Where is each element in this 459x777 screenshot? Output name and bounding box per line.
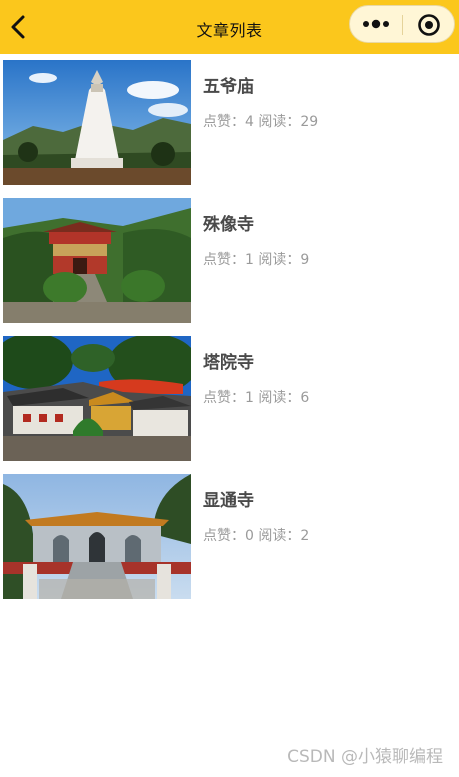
like-count: 4: [245, 114, 254, 130]
navigation-bar: 文章列表: [0, 0, 459, 54]
article-stats: 点赞：1 阅读：6: [203, 390, 310, 406]
more-dots-icon[interactable]: [362, 13, 392, 35]
article-title: 殊像寺: [203, 215, 254, 235]
article-item-shuxiangsi[interactable]: 殊像寺 点赞：1 阅读：9: [3, 192, 453, 323]
article-title: 塔院寺: [203, 353, 254, 373]
watermark: CSDN @小猿聊编程: [287, 747, 443, 767]
article-stats: 点赞：4 阅读：29: [203, 114, 319, 130]
read-count: 29: [300, 114, 319, 130]
article-stats: 点赞：1 阅读：9: [203, 252, 310, 268]
stone-hall-temple-photo: [3, 474, 191, 599]
target-close-icon[interactable]: [417, 13, 441, 37]
article-item-wuyemiao[interactable]: 五爷庙 点赞：4 阅读：29: [3, 54, 453, 185]
article-title: 五爷庙: [203, 77, 254, 97]
red-gate-temple-photo: [3, 198, 191, 323]
temple-roofs-photo: [3, 336, 191, 461]
article-title: 显通寺: [203, 491, 254, 511]
article-stats: 点赞：0 阅读：2: [203, 528, 310, 544]
like-count: 1: [245, 390, 254, 406]
white-stupa-temple-photo: [3, 60, 191, 185]
article-item-tayuansi[interactable]: 塔院寺 点赞：1 阅读：6: [3, 330, 453, 461]
like-count: 0: [245, 528, 254, 544]
read-count: 2: [300, 528, 310, 544]
capsule-divider: [402, 15, 403, 35]
read-count: 9: [300, 252, 310, 268]
like-count: 1: [245, 252, 254, 268]
article-item-xiantongsi[interactable]: 显通寺 点赞：0 阅读：2: [3, 468, 453, 599]
read-count: 6: [300, 390, 310, 406]
mini-program-capsule: [349, 5, 455, 43]
